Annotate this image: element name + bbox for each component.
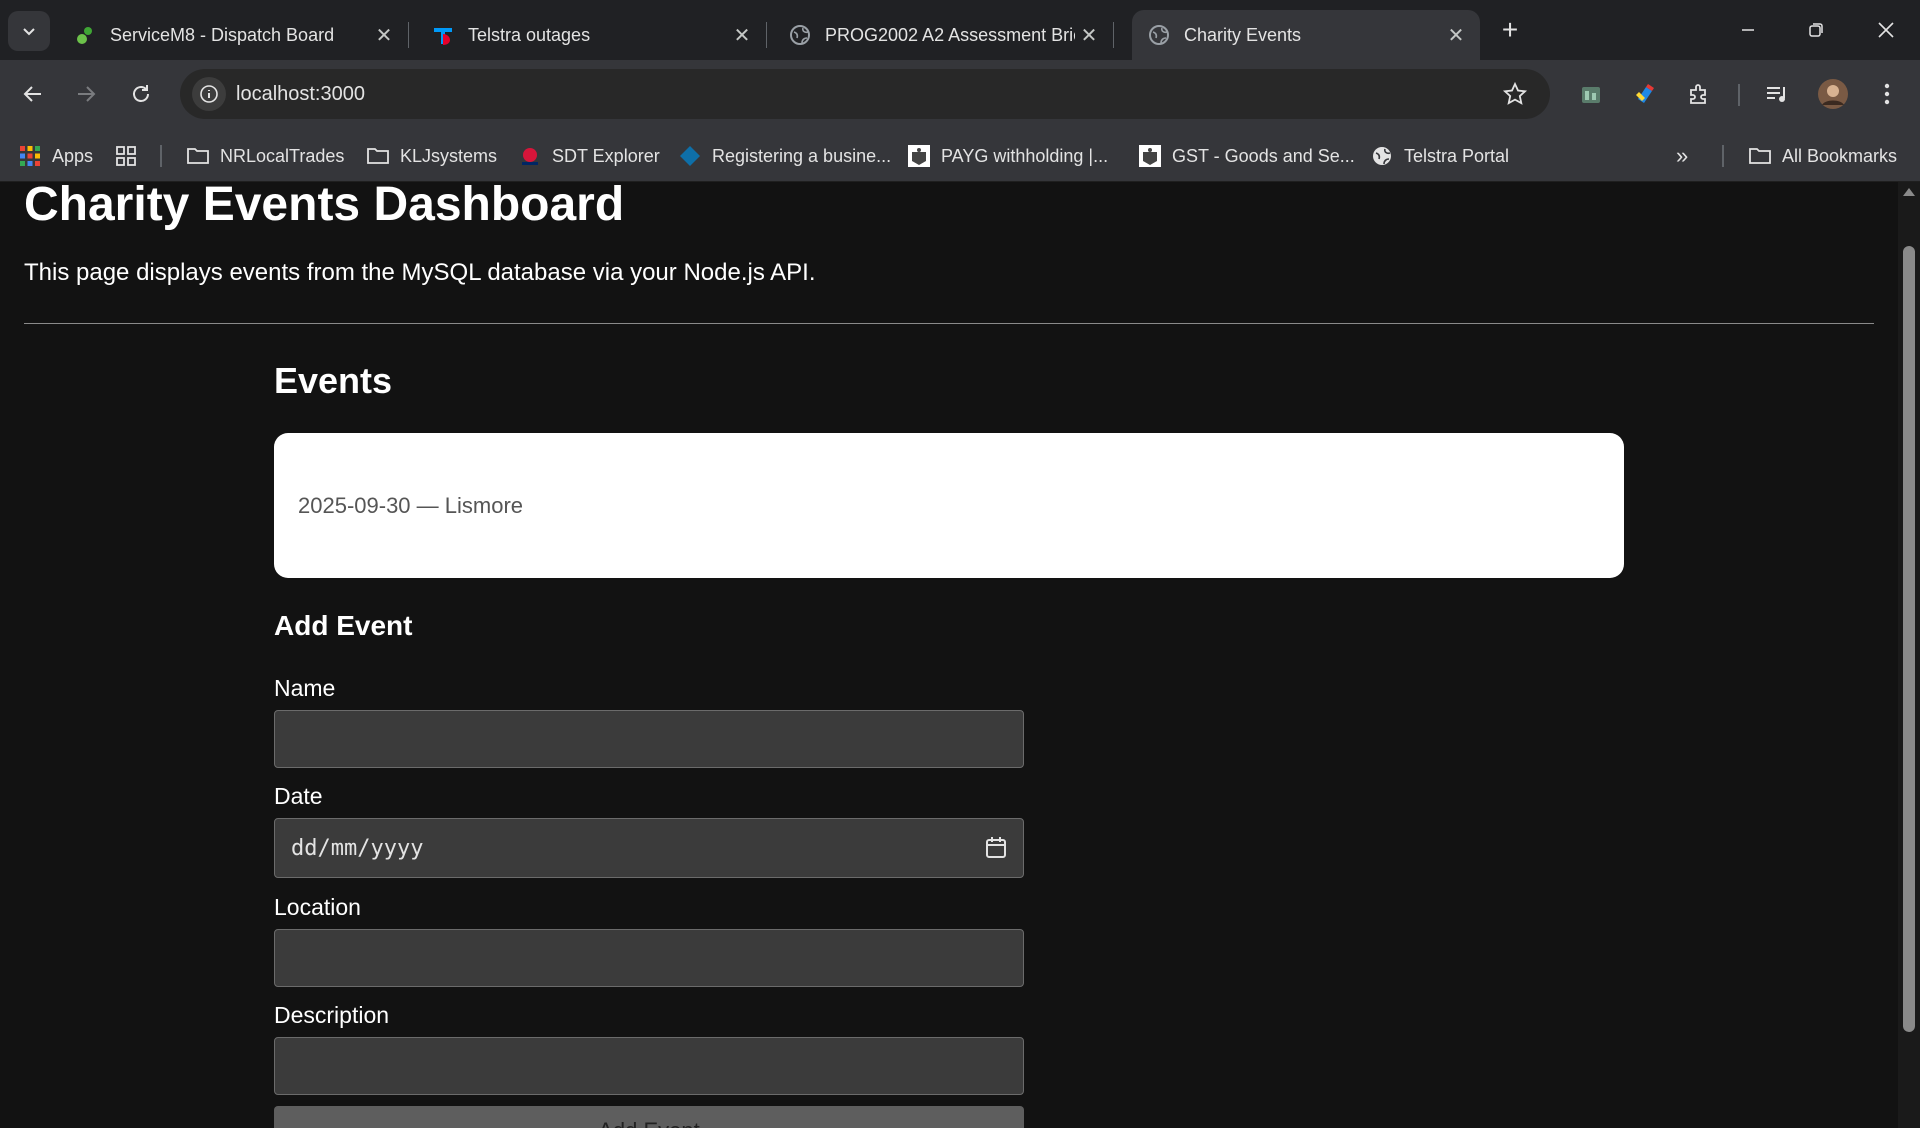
address-url[interactable]: localhost:3000 <box>236 83 365 106</box>
arrow-left-icon <box>23 86 41 102</box>
reload-button[interactable] <box>121 74 161 114</box>
event-date-location: 2025-09-30 — Lismore <box>298 493 524 518</box>
page-scrollbar[interactable] <box>1898 182 1920 1128</box>
bookmark-star-icon[interactable] <box>1502 81 1528 112</box>
bookmark-label: GST - Goods and Se... <box>1172 145 1355 166</box>
more-bookmarks-chevron-icon[interactable]: » <box>1676 142 1688 170</box>
arrow-right-icon <box>78 86 96 102</box>
description-label: Description <box>274 1002 390 1028</box>
bookmark-telstra-portal[interactable]: Telstra Portal <box>1370 142 1509 170</box>
reload-icon <box>133 85 149 102</box>
bookmark-payg-withholding[interactable]: PAYG withholding |... <box>907 142 1108 170</box>
page-title: Charity Events Dashboard <box>24 182 625 231</box>
bookmark-apps[interactable]: Apps <box>18 142 93 170</box>
address-bar[interactable]: localhost:3000 <box>180 69 1550 119</box>
grid-icon <box>114 144 138 168</box>
bookmark-label: PAYG withholding |... <box>941 145 1109 166</box>
add-event-heading: Add Event <box>274 610 413 641</box>
tab-prog2002[interactable]: PROG2002 A2 Assessment Brief ✕ <box>773 10 1114 60</box>
description-input[interactable] <box>274 1037 1024 1095</box>
media-queue-icon[interactable] <box>1760 77 1794 111</box>
scrollbar-thumb[interactable] <box>1903 246 1915 1032</box>
bookmark-sdt-explorer[interactable]: SDT Explorer <box>518 142 660 170</box>
all-bookmarks-label: All Bookmarks <box>1782 145 1898 166</box>
close-icon <box>1878 22 1894 38</box>
tab-telstra-outages[interactable]: Telstra outages ✕ <box>416 10 767 60</box>
name-label: Name <box>274 675 336 701</box>
restore-window-button[interactable] <box>1788 6 1844 54</box>
tab-search-button[interactable] <box>8 11 50 51</box>
tab-charity-events[interactable]: Charity Events ✕ <box>1132 10 1480 60</box>
tab-title: PROG2002 A2 Assessment Brief <box>825 24 1075 45</box>
all-bookmarks-button[interactable]: All Bookmarks <box>1748 142 1897 170</box>
divider <box>24 323 1874 324</box>
minimize-window-button[interactable] <box>1720 6 1776 54</box>
extension-colorful-icon[interactable] <box>1628 77 1662 111</box>
diamond-icon <box>678 144 702 168</box>
scroll-up-arrow-icon[interactable] <box>1903 188 1915 196</box>
location-input[interactable] <box>274 929 1024 987</box>
bookmark-label: NRLocalTrades <box>220 145 345 166</box>
site-info-icon[interactable] <box>192 77 226 111</box>
telstra-logo-icon <box>432 24 454 46</box>
events-heading: Events <box>274 360 393 401</box>
name-input[interactable] <box>274 710 1024 768</box>
bookmark-nrlocaltrades[interactable]: NRLocalTrades <box>186 142 344 170</box>
forward-button[interactable] <box>66 74 106 114</box>
bookmark-gst[interactable]: GST - Goods and Se... <box>1138 142 1355 170</box>
ato-crest-icon <box>907 144 931 168</box>
date-input[interactable]: dd/mm/yyyy <box>274 818 1024 878</box>
tab-strip: ServiceM8 - Dispatch Board ✕ Telstra out… <box>0 0 1920 60</box>
nsw-waratah-icon <box>518 144 542 168</box>
add-event-button[interactable]: Add Event <box>274 1106 1024 1128</box>
tab-title: Telstra outages <box>468 24 591 45</box>
close-tab-icon[interactable]: ✕ <box>370 21 398 49</box>
bookmark-label: KLJsystems <box>400 145 498 166</box>
globe-icon <box>1370 144 1394 168</box>
new-tab-button[interactable]: + <box>1494 14 1526 46</box>
browser-menu-icon[interactable] <box>1870 77 1904 111</box>
bookmark-kljsystems[interactable]: KLJsystems <box>366 142 497 170</box>
folder-icon <box>366 144 390 168</box>
extension-servicem8-icon[interactable] <box>1574 77 1608 111</box>
tab-title: Charity Events <box>1184 24 1302 45</box>
event-card: 2025-09-30 — Lismore <box>274 433 1624 578</box>
close-tab-icon[interactable]: ✕ <box>728 21 756 49</box>
ato-crest-icon <box>1138 144 1162 168</box>
minimize-icon <box>1742 29 1754 31</box>
globe-icon <box>1148 24 1170 46</box>
folder-icon <box>1748 144 1772 168</box>
chevron-down-icon <box>23 28 35 36</box>
tab-servicem8[interactable]: ServiceM8 - Dispatch Board ✕ <box>58 10 409 60</box>
page-description: This page displays events from the MySQL… <box>24 259 816 286</box>
close-tab-icon[interactable]: ✕ <box>1442 21 1470 49</box>
calendar-icon[interactable] <box>985 836 1007 865</box>
bookmark-registering-business[interactable]: Registering a busine... <box>678 142 891 170</box>
bookmark-label: Apps <box>52 145 94 166</box>
browser-toolbar: localhost:3000 <box>0 60 1920 130</box>
date-placeholder: dd/mm/yyyy <box>291 836 424 861</box>
restore-icon <box>1809 23 1823 37</box>
close-tab-icon[interactable]: ✕ <box>1075 21 1103 49</box>
bookmark-label: Registering a busine... <box>712 145 892 166</box>
tab-title: ServiceM8 - Dispatch Board <box>110 24 335 45</box>
back-button[interactable] <box>13 74 53 114</box>
folder-icon <box>186 144 210 168</box>
profile-avatar[interactable] <box>1816 77 1850 111</box>
date-label: Date <box>274 783 323 809</box>
bookmark-label: Telstra Portal <box>1404 145 1510 166</box>
extensions-puzzle-icon[interactable] <box>1682 77 1716 111</box>
apps-grid-icon <box>18 144 42 168</box>
servicem8-leaf-icon <box>74 24 96 46</box>
tab-groups-button[interactable] <box>114 142 148 170</box>
location-label: Location <box>274 894 361 920</box>
globe-icon <box>789 24 811 46</box>
bookmarks-bar: Apps NRLocalTrades KLJsystems SDT Explor… <box>0 130 1920 182</box>
bookmark-label: SDT Explorer <box>552 145 660 166</box>
page-viewport: Charity Events Dashboard This page displ… <box>0 182 1898 1128</box>
close-window-button[interactable] <box>1858 6 1914 54</box>
